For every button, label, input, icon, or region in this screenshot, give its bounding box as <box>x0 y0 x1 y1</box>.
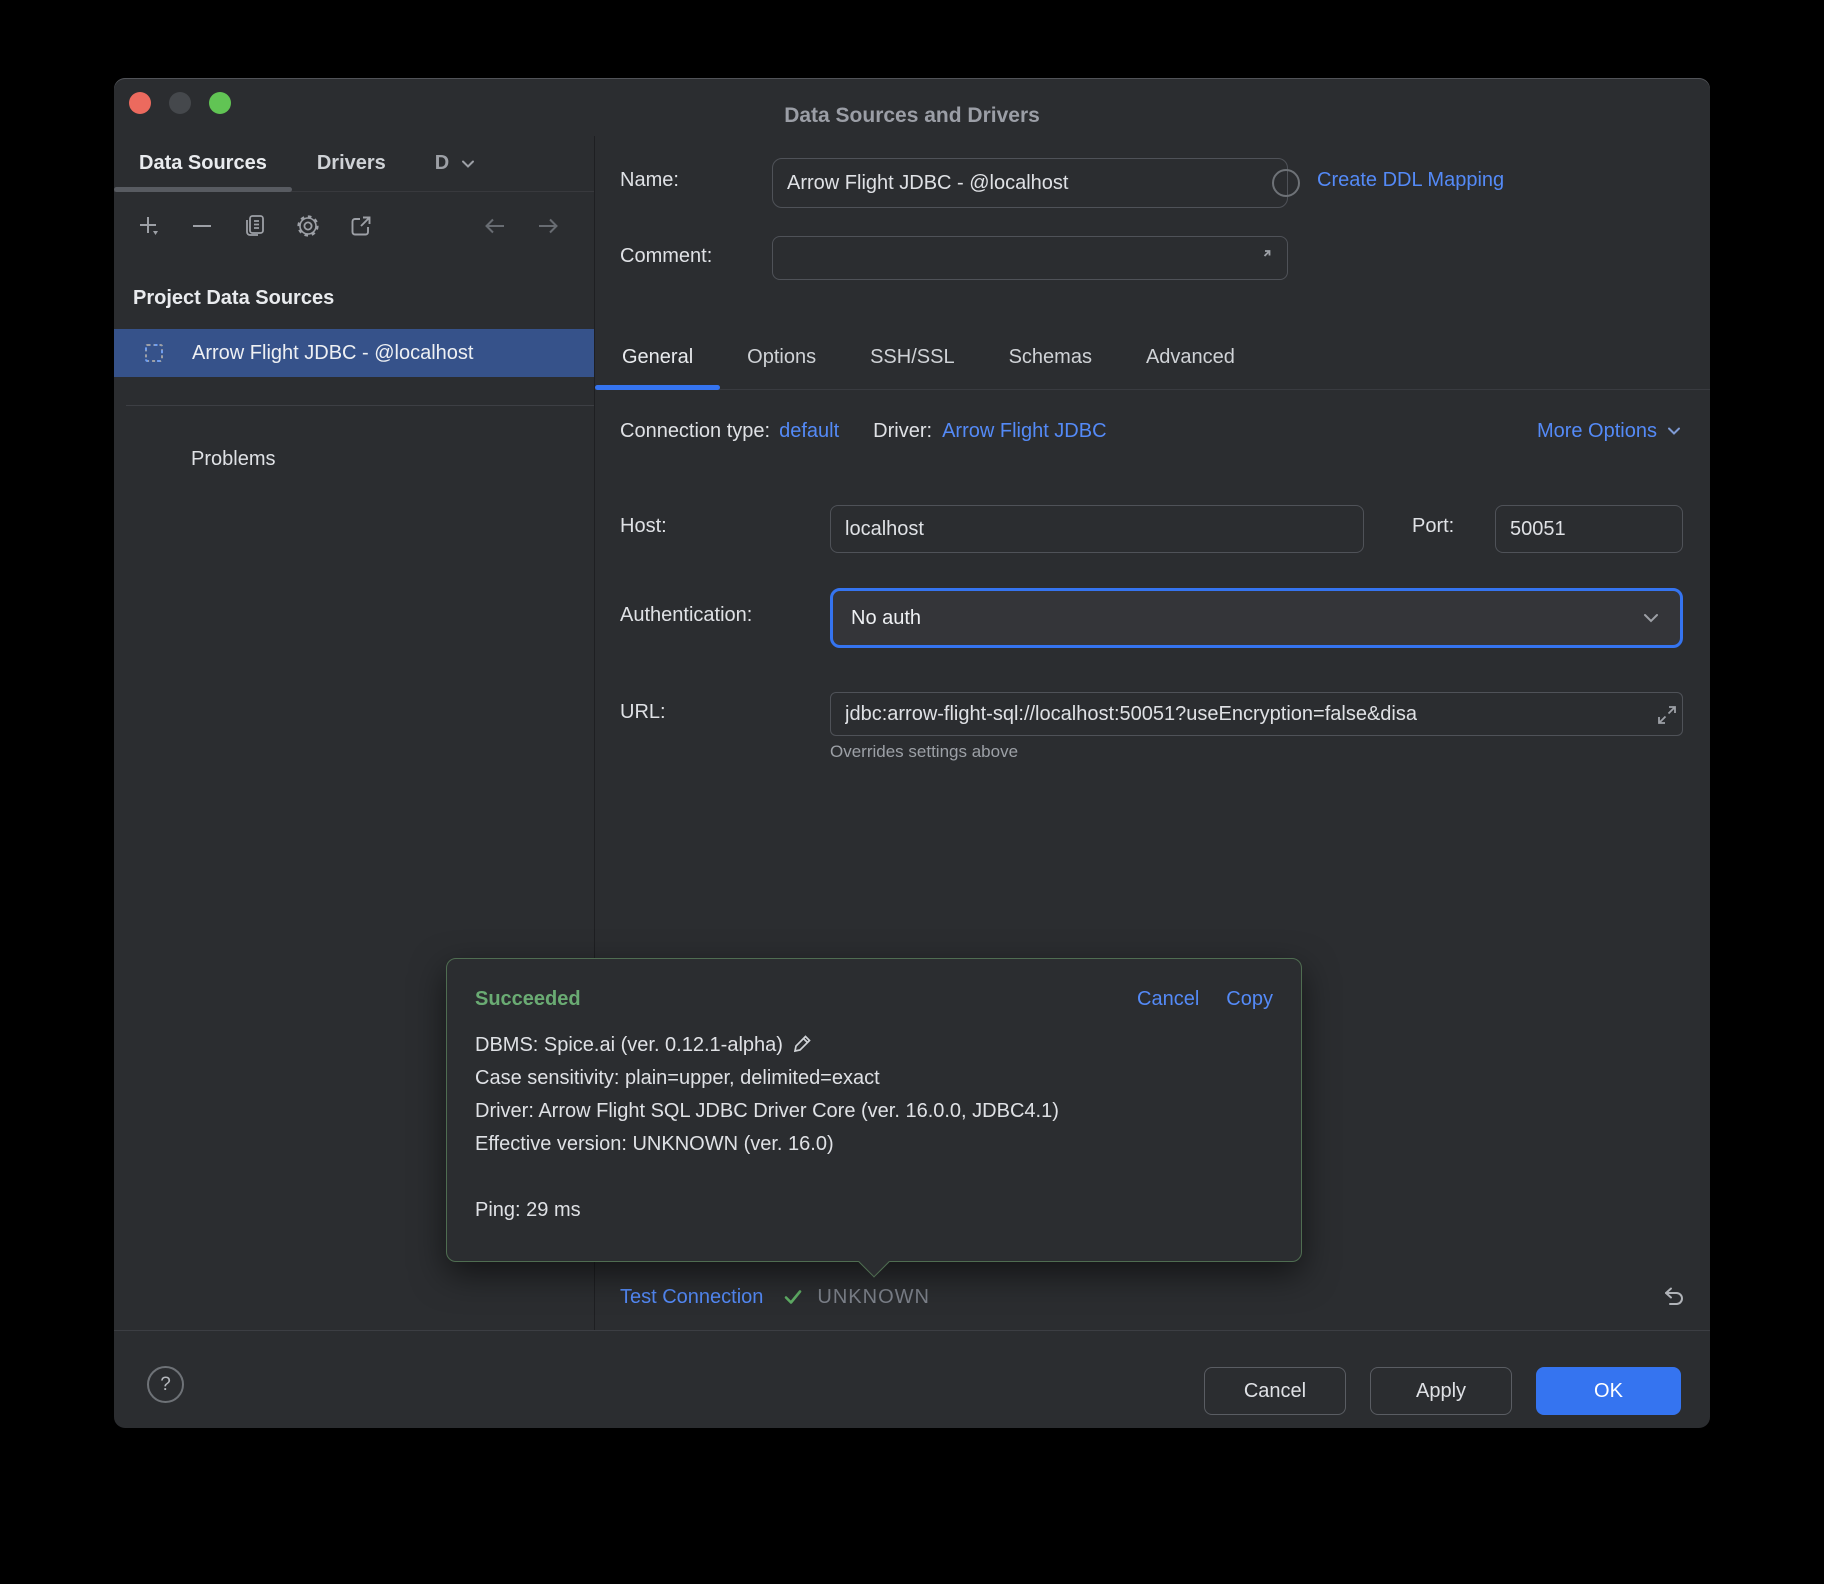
comment-label: Comment: <box>620 245 712 268</box>
expand-icon[interactable] <box>1654 702 1680 728</box>
help-icon[interactable]: ? <box>147 1366 184 1403</box>
authentication-select[interactable]: No auth <box>830 588 1683 648</box>
test-connection-link[interactable]: Test Connection <box>620 1286 763 1309</box>
name-label: Name: <box>620 169 679 192</box>
popup-cancel-link[interactable]: Cancel <box>1137 988 1199 1011</box>
popup-actions: Cancel Copy <box>1137 988 1273 1011</box>
test-connection-status: UNKNOWN <box>817 1286 930 1309</box>
connection-type-label: Connection type: <box>620 420 770 443</box>
tab-drivers-label: Drivers <box>317 152 386 175</box>
sidebar-toolbar <box>114 192 594 260</box>
connection-result-popup: Succeeded Cancel Copy DBMS: Spice.ai (ve… <box>446 958 1302 1262</box>
tab-drivers[interactable]: Drivers <box>292 136 411 191</box>
add-icon[interactable] <box>136 213 162 239</box>
chevron-down-icon <box>1665 422 1683 440</box>
tab-ssh-ssl-label: SSH/SSL <box>870 346 954 369</box>
tab-options[interactable]: Options <box>720 326 843 389</box>
popup-line-dbms: DBMS: Spice.ai (ver. 0.12.1-alpha) <box>475 1029 1273 1062</box>
authentication-label: Authentication: <box>620 604 752 627</box>
project-data-sources-header: Project Data Sources <box>133 287 334 310</box>
connection-type-row: Connection type: default Driver: Arrow F… <box>620 411 1683 451</box>
url-label: URL: <box>620 701 666 724</box>
tab-data-sources[interactable]: Data Sources <box>114 136 292 191</box>
dbms-text: DBMS: Spice.ai (ver. 0.12.1-alpha) <box>475 1034 783 1056</box>
more-options-label: More Options <box>1537 420 1657 443</box>
desktop-background: Data Sources and Drivers Data Sources Dr… <box>0 0 1824 1584</box>
gear-icon[interactable] <box>295 213 321 239</box>
more-options-link[interactable]: More Options <box>1537 420 1683 443</box>
forward-icon[interactable] <box>535 213 561 239</box>
url-value: jdbc:arrow-flight-sql://localhost:50051?… <box>845 703 1417 726</box>
popup-header: Succeeded Cancel Copy <box>475 985 1273 1013</box>
url-input[interactable]: jdbc:arrow-flight-sql://localhost:50051?… <box>830 692 1683 736</box>
connection-status-circle <box>1272 169 1300 197</box>
tab-options-label: Options <box>747 346 816 369</box>
popup-status: Succeeded <box>475 988 581 1011</box>
tab-ddl-label: D <box>435 152 449 175</box>
tab-data-sources-label: Data Sources <box>139 152 267 175</box>
driver-icon <box>143 342 165 364</box>
name-input[interactable] <box>772 158 1288 208</box>
tab-ssh-ssl[interactable]: SSH/SSL <box>843 326 981 389</box>
cancel-button[interactable]: Cancel <box>1204 1367 1346 1415</box>
connection-type-value-link[interactable]: default <box>779 420 839 443</box>
settings-tab-strip: General Options SSH/SSL Schemas Advanced <box>595 326 1710 390</box>
apply-button[interactable]: Apply <box>1370 1367 1512 1415</box>
tab-general-label: General <box>622 346 693 369</box>
popup-copy-link[interactable]: Copy <box>1226 988 1273 1011</box>
tab-schemas-label: Schemas <box>1009 346 1092 369</box>
sidebar-item-problems[interactable]: Problems <box>191 448 275 471</box>
ok-button[interactable]: OK <box>1536 1367 1681 1415</box>
host-port-row: Host: Port: <box>595 505 1710 553</box>
tab-advanced[interactable]: Advanced <box>1119 326 1262 389</box>
popup-line-ping: Ping: 29 ms <box>475 1194 1273 1227</box>
sidebar-item-arrow-flight[interactable]: Arrow Flight JDBC - @localhost <box>114 329 594 377</box>
copy-stack-icon[interactable] <box>242 213 268 239</box>
tab-schemas[interactable]: Schemas <box>982 326 1119 389</box>
popup-line-case: Case sensitivity: plain=upper, delimited… <box>475 1062 1273 1095</box>
back-icon[interactable] <box>482 213 508 239</box>
data-sources-dialog: Data Sources and Drivers Data Sources Dr… <box>114 78 1710 1428</box>
test-connection-row: Test Connection UNKNOWN <box>595 1275 1710 1319</box>
help-label: ? <box>160 1374 171 1396</box>
check-icon <box>781 1285 805 1309</box>
tab-advanced-label: Advanced <box>1146 346 1235 369</box>
popup-line-driver: Driver: Arrow Flight SQL JDBC Driver Cor… <box>475 1095 1273 1128</box>
tab-ddl-truncated[interactable]: D <box>411 136 491 191</box>
dialog-footer: ? Cancel Apply OK <box>114 1330 1710 1428</box>
sidebar-tab-strip: Data Sources Drivers D <box>114 136 594 192</box>
title-bar: Data Sources and Drivers <box>114 78 1710 136</box>
create-ddl-mapping-link[interactable]: Create DDL Mapping <box>1317 169 1504 192</box>
pencil-icon[interactable] <box>792 1032 814 1054</box>
window-title: Data Sources and Drivers <box>114 104 1710 128</box>
url-hint: Overrides settings above <box>830 742 1018 762</box>
name-row: Name: Create DDL Mapping <box>595 158 1710 208</box>
sidebar-divider <box>126 405 594 406</box>
popup-body: DBMS: Spice.ai (ver. 0.12.1-alpha) Case … <box>475 1029 1273 1227</box>
chevron-down-icon <box>1640 607 1662 629</box>
port-input[interactable] <box>1495 505 1683 553</box>
authentication-row: Authentication: No auth <box>595 588 1710 648</box>
sidebar-item-label: Arrow Flight JDBC - @localhost <box>192 342 473 365</box>
tab-general[interactable]: General <box>595 326 720 389</box>
expand-icon[interactable] <box>1252 246 1274 268</box>
port-label: Port: <box>1412 515 1454 538</box>
host-input[interactable] <box>830 505 1364 553</box>
chevron-down-icon[interactable] <box>459 155 477 173</box>
driver-value-link[interactable]: Arrow Flight JDBC <box>942 420 1106 443</box>
comment-input[interactable] <box>772 236 1288 280</box>
comment-row: Comment: <box>595 236 1710 280</box>
popup-line-effective: Effective version: UNKNOWN (ver. 16.0) <box>475 1128 1273 1161</box>
host-label: Host: <box>620 515 667 538</box>
authentication-value: No auth <box>851 607 921 630</box>
remove-icon[interactable] <box>189 213 215 239</box>
open-in-new-icon[interactable] <box>348 213 374 239</box>
driver-label: Driver: <box>873 420 932 443</box>
footer-buttons: Cancel Apply OK <box>1204 1367 1681 1415</box>
url-row: URL: jdbc:arrow-flight-sql://localhost:5… <box>595 692 1710 736</box>
undo-icon[interactable] <box>1659 1283 1687 1311</box>
